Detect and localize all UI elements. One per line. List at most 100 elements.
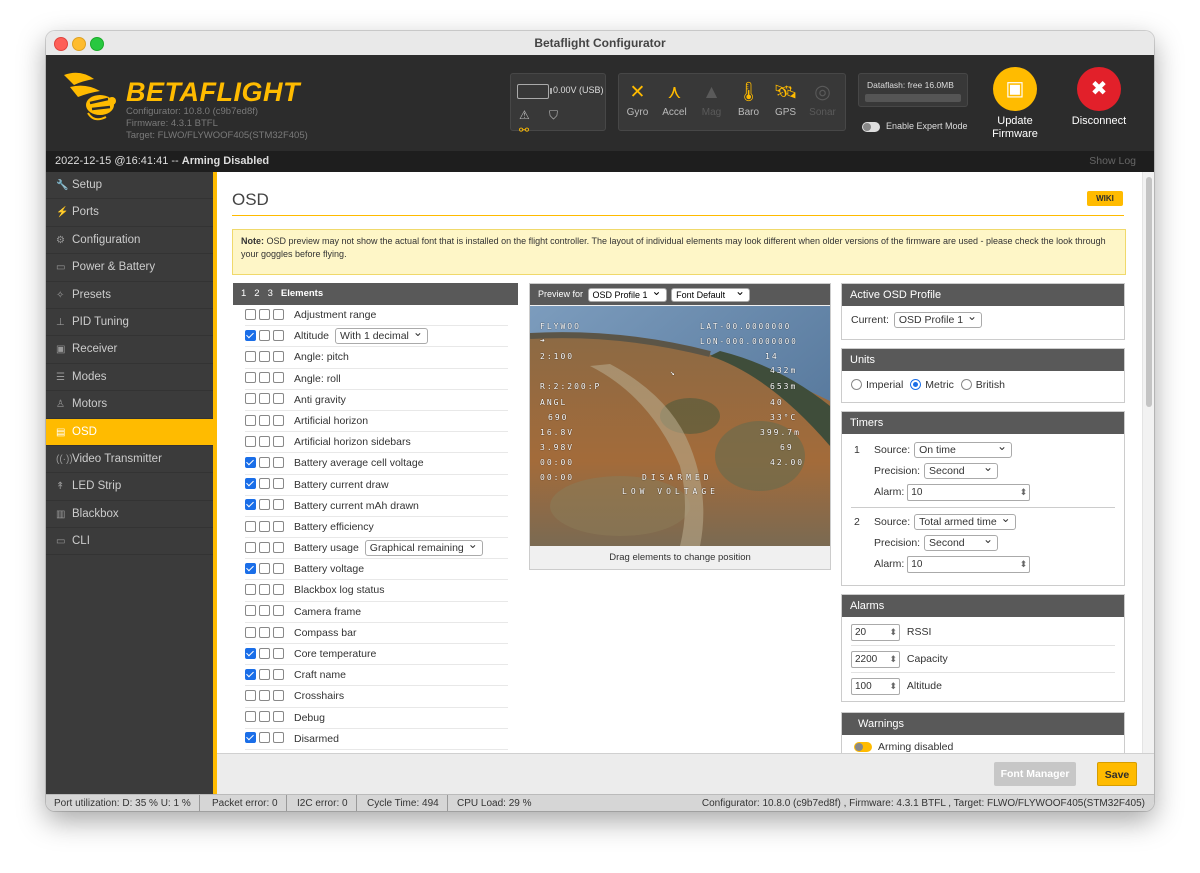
profile-2-checkbox[interactable]: [259, 541, 270, 553]
profile-2-checkbox[interactable]: [259, 435, 270, 447]
profile-2-checkbox[interactable]: [259, 308, 270, 320]
sidebar-item-video-transmitter[interactable]: ((·))Video Transmitter: [46, 446, 213, 474]
sidebar-item-ports[interactable]: ⚡ Ports: [46, 199, 213, 227]
profile-2-checkbox[interactable]: [259, 626, 270, 638]
profile-1-checkbox[interactable]: [245, 732, 256, 744]
profile-2-checkbox[interactable]: [259, 690, 270, 702]
profile-3-checkbox[interactable]: [273, 372, 284, 384]
profile-1-checkbox[interactable]: [245, 520, 256, 532]
profile-2-checkbox[interactable]: [259, 414, 270, 426]
profile-2-checkbox[interactable]: [259, 668, 270, 680]
profile-2-checkbox[interactable]: [259, 499, 270, 511]
profile-2-checkbox[interactable]: [259, 711, 270, 723]
profile-1-checkbox[interactable]: [245, 393, 256, 405]
disconnect-button[interactable]: ✖ Disconnect: [1062, 67, 1136, 128]
sidebar-item-pid-tuning[interactable]: ⊥ PID Tuning: [46, 309, 213, 337]
profile-2-checkbox[interactable]: [259, 457, 270, 469]
profile-3-checkbox[interactable]: [273, 499, 284, 511]
timer-1-source-select[interactable]: On time: [914, 439, 1013, 459]
sidebar-item-presets[interactable]: ✧ Presets: [46, 282, 213, 309]
wiki-button[interactable]: WIKI: [1087, 191, 1123, 206]
timer-2-alarm-input[interactable]: 10: [907, 555, 1031, 573]
profile-2-checkbox[interactable]: [259, 647, 270, 659]
profile-1-checkbox[interactable]: [245, 626, 256, 638]
profile-1-checkbox[interactable]: [245, 605, 256, 617]
timer-1-precision-select[interactable]: Second: [924, 460, 999, 480]
sidebar-item-osd[interactable]: ▤ OSD: [46, 418, 213, 446]
profile-3-checkbox[interactable]: [273, 668, 284, 680]
font-select[interactable]: Font Default: [671, 285, 751, 302]
profile-1-checkbox[interactable]: [245, 435, 256, 447]
profile-3-checkbox[interactable]: [273, 435, 284, 447]
profile-2-checkbox[interactable]: [259, 478, 270, 490]
timer-1-alarm-input[interactable]: 10: [907, 483, 1031, 501]
sidebar-item-setup[interactable]: 🔧 Setup: [46, 172, 213, 200]
profile-1-checkbox[interactable]: [245, 562, 256, 574]
profile-3-checkbox[interactable]: [273, 541, 284, 553]
profile-3-checkbox[interactable]: [273, 393, 284, 405]
profile-3-checkbox[interactable]: [273, 562, 284, 574]
osd-preview-image[interactable]: FLYWOO LAT-00.0000000 LON-000.0000000 ➔ …: [530, 306, 830, 546]
element-variant-select[interactable]: With 1 decimal: [335, 325, 428, 345]
timer-2-source-select[interactable]: Total armed time: [914, 511, 1016, 531]
toggle-switch[interactable]: [862, 121, 880, 132]
profile-2-checkbox[interactable]: [259, 584, 270, 596]
alarm-rssi-input[interactable]: 20: [851, 623, 900, 641]
preview-profile-select[interactable]: OSD Profile 1: [587, 285, 667, 302]
units-imperial[interactable]: Imperial: [851, 378, 903, 391]
profile-1-checkbox[interactable]: [245, 541, 256, 553]
font-manager-button[interactable]: Font Manager: [994, 762, 1076, 786]
scroll-thumb[interactable]: [1146, 177, 1152, 407]
sidebar-item-receiver[interactable]: ▣ Receiver: [46, 336, 213, 364]
profile-1-checkbox[interactable]: [245, 329, 256, 341]
active-profile-select[interactable]: OSD Profile 1: [893, 309, 983, 328]
profile-3-checkbox[interactable]: [273, 308, 284, 320]
timer-2-precision-select[interactable]: Second: [924, 532, 999, 552]
sidebar-item-configuration[interactable]: ⚙ Configuration: [46, 227, 213, 255]
profile-1-checkbox[interactable]: [245, 668, 256, 680]
profile-2-checkbox[interactable]: [259, 329, 270, 341]
profile-1-checkbox[interactable]: [245, 351, 256, 363]
profile-1-checkbox[interactable]: [245, 308, 256, 320]
save-button[interactable]: Save: [1097, 762, 1137, 786]
profile-3-checkbox[interactable]: [273, 626, 284, 638]
expert-mode-toggle[interactable]: Enable Expert Mode: [862, 121, 968, 132]
profile-2-checkbox[interactable]: [259, 393, 270, 405]
profile-2-checkbox[interactable]: [259, 732, 270, 744]
profile-3-checkbox[interactable]: [273, 414, 284, 426]
profile-3-checkbox[interactable]: [273, 457, 284, 469]
profile-1-checkbox[interactable]: [245, 711, 256, 723]
units-metric[interactable]: Metric: [910, 378, 954, 391]
profile-2-checkbox[interactable]: [259, 372, 270, 384]
profile-3-checkbox[interactable]: [273, 711, 284, 723]
profile-3-checkbox[interactable]: [273, 647, 284, 659]
profile-2-checkbox[interactable]: [259, 351, 270, 363]
profile-3-checkbox[interactable]: [273, 351, 284, 363]
profile-3-checkbox[interactable]: [273, 605, 284, 617]
profile-3-checkbox[interactable]: [273, 732, 284, 744]
show-log-link[interactable]: Show Log: [1089, 151, 1136, 172]
profile-1-checkbox[interactable]: [245, 499, 256, 511]
alarm-capacity-input[interactable]: 2200: [851, 650, 900, 668]
sidebar-item-cli[interactable]: ▭ CLI: [46, 528, 213, 556]
update-firmware-button[interactable]: ▣ Update Firmware: [978, 67, 1052, 141]
units-british[interactable]: British: [960, 378, 1005, 391]
sidebar-item-modes[interactable]: ☰ Modes: [46, 364, 213, 392]
sidebar-item-led-strip[interactable]: ↟ LED Strip: [46, 473, 213, 501]
profile-1-checkbox[interactable]: [245, 478, 256, 490]
profile-3-checkbox[interactable]: [273, 690, 284, 702]
profile-2-checkbox[interactable]: [259, 562, 270, 574]
sidebar-item-power-battery[interactable]: ▭ Power & Battery: [46, 254, 213, 282]
profile-1-checkbox[interactable]: [245, 372, 256, 384]
arming-disabled-toggle[interactable]: [854, 742, 872, 753]
profile-3-checkbox[interactable]: [273, 329, 284, 341]
element-variant-select[interactable]: Graphical remaining: [364, 537, 483, 557]
sidebar-item-motors[interactable]: ♙ Motors: [46, 391, 213, 419]
profile-2-checkbox[interactable]: [259, 605, 270, 617]
profile-3-checkbox[interactable]: [273, 478, 284, 490]
profile-1-checkbox[interactable]: [245, 457, 256, 469]
profile-1-checkbox[interactable]: [245, 690, 256, 702]
profile-1-checkbox[interactable]: [245, 414, 256, 426]
sidebar-item-blackbox[interactable]: ▥ Blackbox: [46, 501, 213, 529]
profile-1-checkbox[interactable]: [245, 647, 256, 659]
